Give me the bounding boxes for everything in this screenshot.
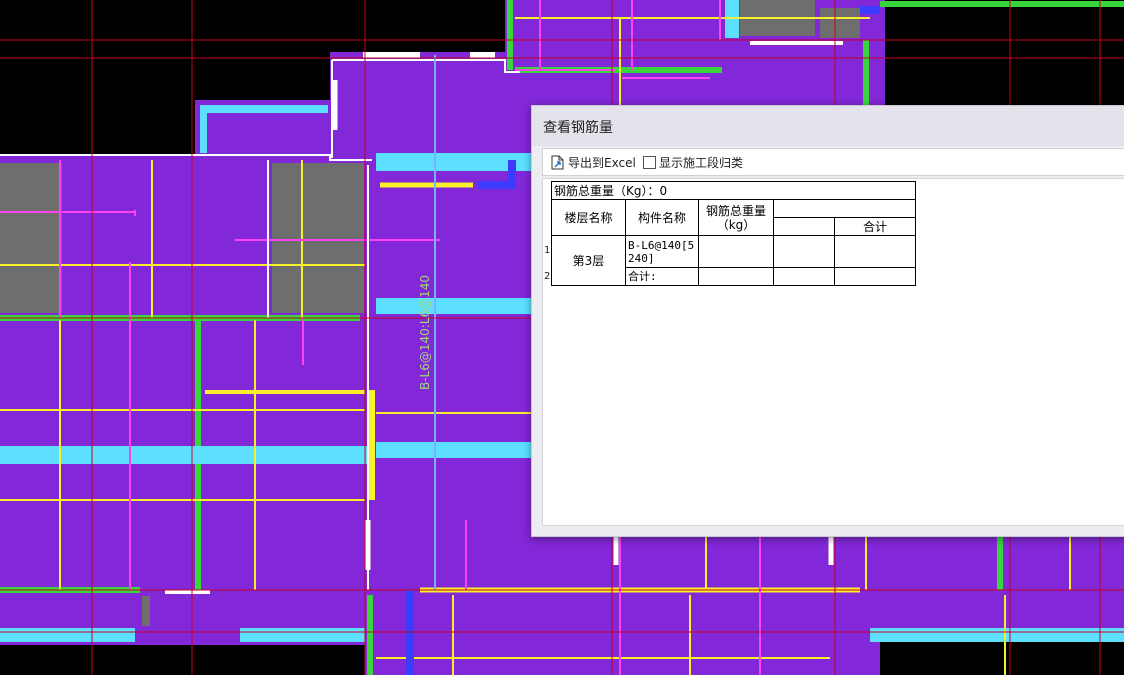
header-component[interactable]: 构件名称 bbox=[625, 199, 699, 236]
rebar-table-area: 1 2 钢筋总重量（Kg）：0 楼层名称 构件名称 钢筋总重量（kg） 合计 第… bbox=[542, 178, 1124, 526]
row-number[interactable]: 1 bbox=[544, 245, 550, 256]
excel-export-icon bbox=[551, 155, 564, 169]
component-cell[interactable]: B-L6@140[5240] bbox=[625, 235, 699, 268]
show-stage-checkbox[interactable] bbox=[643, 155, 656, 169]
export-excel-button[interactable]: 导出到Excel bbox=[551, 153, 636, 171]
header-subcolumn-empty[interactable] bbox=[773, 217, 835, 236]
header-group-empty[interactable] bbox=[773, 199, 916, 218]
row-number[interactable]: 2 bbox=[544, 271, 550, 282]
sum-cell[interactable] bbox=[834, 235, 916, 268]
show-stage-label: 显示施工段归类 bbox=[659, 155, 744, 170]
row-number-column: 1 2 bbox=[543, 179, 551, 525]
dialog-title: 查看钢筋量 bbox=[543, 120, 613, 136]
header-floor[interactable]: 楼层名称 bbox=[551, 199, 626, 236]
show-stage-classification-toggle[interactable]: 显示施工段归类 bbox=[643, 153, 743, 171]
rebar-quantity-dialog: 查看钢筋量 导出到Excel 显示施工段归类 1 2 钢筋总重量（Kg）：0 楼… bbox=[531, 105, 1124, 537]
total-weight-cell[interactable]: 钢筋总重量（Kg）：0 bbox=[551, 181, 916, 200]
dialog-toolbar: 导出到Excel 显示施工段归类 bbox=[542, 148, 1124, 176]
subtotal-weight-cell[interactable] bbox=[698, 267, 774, 286]
rebar-table: 钢筋总重量（Kg）：0 楼层名称 构件名称 钢筋总重量（kg） 合计 第3层 B… bbox=[551, 181, 916, 286]
header-total-weight[interactable]: 钢筋总重量（kg） bbox=[698, 199, 774, 236]
subtotal-label-cell[interactable]: 合计: bbox=[625, 267, 699, 286]
rebar-annotation-text[interactable]: B-L6@140:L6@140 bbox=[418, 275, 432, 390]
subtotal-data-cell[interactable] bbox=[773, 267, 835, 286]
data-cell[interactable] bbox=[773, 235, 835, 268]
weight-cell[interactable] bbox=[698, 235, 774, 268]
subtotal-sum-cell[interactable] bbox=[834, 267, 916, 286]
header-sum[interactable]: 合计 bbox=[834, 217, 916, 236]
export-excel-label: 导出到Excel bbox=[568, 155, 636, 170]
dialog-titlebar[interactable]: 查看钢筋量 bbox=[532, 106, 1124, 146]
floor-cell[interactable]: 第3层 bbox=[551, 235, 626, 286]
